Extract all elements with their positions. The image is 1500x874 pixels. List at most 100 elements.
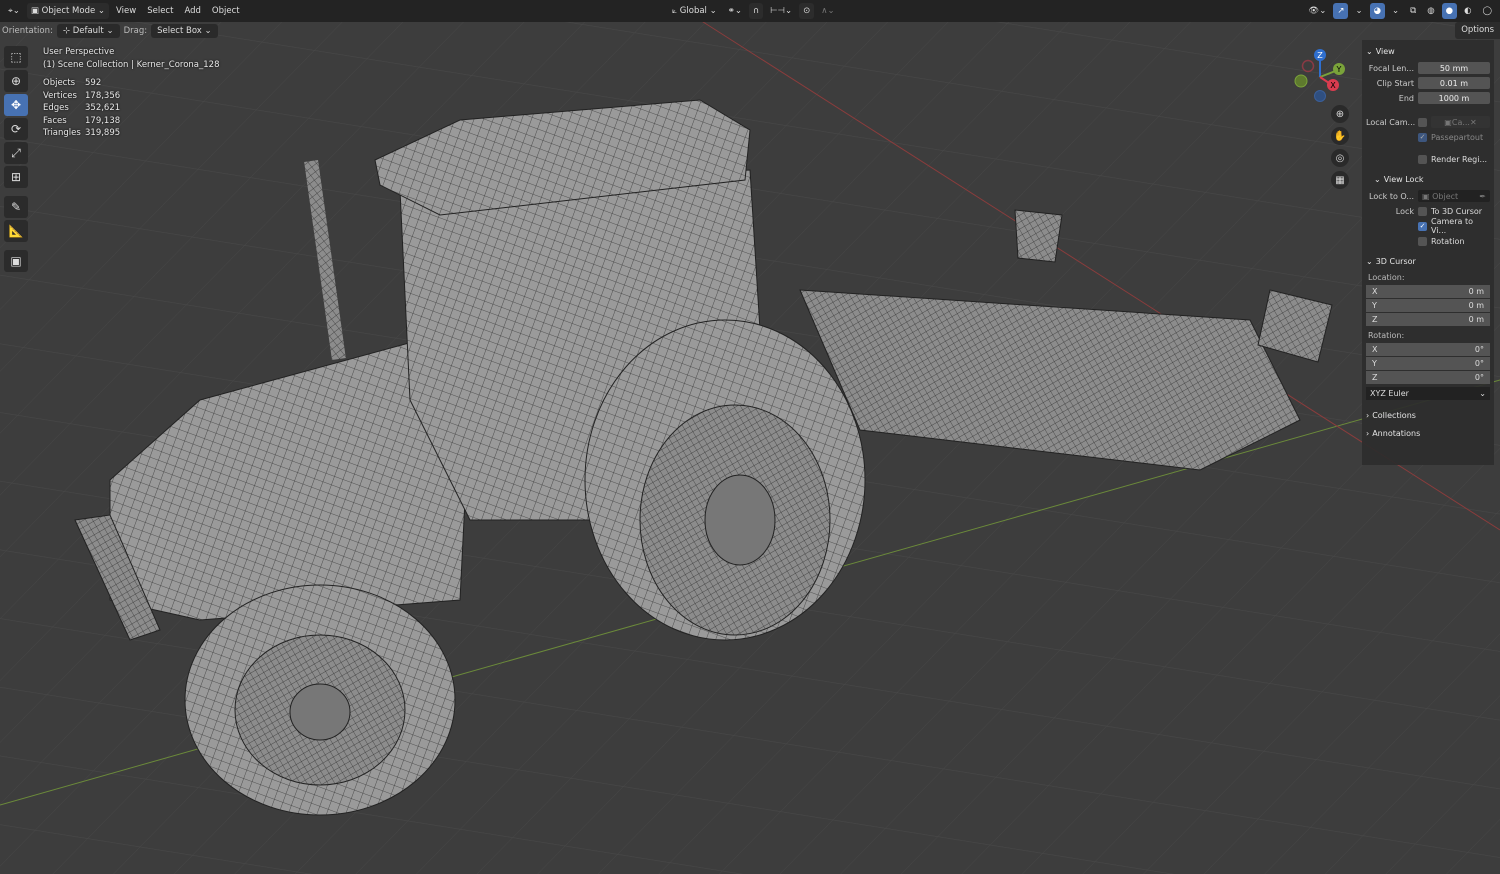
camera-to-view-label: Camera to Vi... <box>1431 217 1473 235</box>
zoom-icon[interactable]: ⊕ <box>1331 105 1349 123</box>
overlay-toggle-icon[interactable]: ◕ <box>1369 3 1386 19</box>
focal-length-field[interactable]: 50 mm <box>1418 62 1490 74</box>
lock-to-cursor-checkbox[interactable] <box>1418 206 1427 216</box>
menu-add[interactable]: Add <box>180 3 204 19</box>
wireframe-shading-icon[interactable]: ◍ <box>1423 3 1438 19</box>
stat-value: 319,895 <box>85 128 121 138</box>
annotations-title: Annotations <box>1372 428 1421 438</box>
cursor-rotation-x[interactable]: X 0° <box>1366 343 1490 356</box>
cursor-rotation-z[interactable]: Z 0° <box>1366 371 1490 384</box>
material-shading-icon[interactable]: ◐ <box>1460 3 1475 19</box>
options-button[interactable]: Options <box>1455 22 1500 39</box>
perspective-toggle-icon[interactable]: ▦ <box>1331 171 1349 189</box>
xray-icon[interactable]: ⧉ <box>1406 3 1420 19</box>
rotation-mode-dropdown[interactable]: XYZ Euler ⌄ <box>1366 387 1490 400</box>
front-wheel-hub[interactable] <box>289 683 351 741</box>
render-region-checkbox[interactable] <box>1418 154 1427 164</box>
mode-dropdown[interactable]: ▣ Object Mode ⌄ <box>26 3 110 19</box>
gizmo-z[interactable]: Z <box>1317 51 1323 60</box>
cursor-location-x[interactable]: X 0 m <box>1366 285 1490 298</box>
viewport-info: User Perspective (1) Scene Collection | … <box>43 46 219 140</box>
orientation-value: Default <box>72 26 104 36</box>
orientation-dropdown[interactable]: ⊹ Default ⌄ <box>56 24 120 38</box>
transform-icon[interactable]: ⊞ <box>4 166 28 188</box>
gizmo-toggle-icon[interactable]: ↗ <box>1333 3 1349 19</box>
overlay-dropdown[interactable]: ⌄ <box>1388 3 1403 19</box>
menu-select[interactable]: Select <box>143 3 177 19</box>
stat-value: 352,621 <box>85 103 121 113</box>
lock-to-object-label: Lock to O... <box>1369 191 1414 201</box>
clip-end-field[interactable]: 1000 m <box>1418 92 1490 104</box>
cultivator-panel[interactable] <box>1014 209 1063 263</box>
axis-label: Z <box>1372 315 1378 324</box>
passepartout-label: Passepartout <box>1431 132 1484 142</box>
view-section-header[interactable]: ⌄ View <box>1366 42 1490 60</box>
3d-viewport[interactable]: Z Y X <box>0 0 1500 874</box>
rotate-icon[interactable]: ⟳ <box>4 118 28 140</box>
lock-to-object-field[interactable]: ▣ Object ✒ <box>1418 190 1490 202</box>
gizmo-x[interactable]: X <box>1330 81 1336 90</box>
menu-object[interactable]: Object <box>208 3 244 19</box>
proportional-edit-icon[interactable]: ⊙ <box>799 3 815 19</box>
header-right-group: 👁⌄ ↗ ⌄ ◕ ⌄ ⧉ ◍ ● ◐ ◯ <box>1304 0 1496 22</box>
annotations-header[interactable]: › Annotations <box>1366 424 1490 442</box>
collection-label: (1) Scene Collection | Kerner_Corona_128 <box>43 59 220 70</box>
collections-title: Collections <box>1372 410 1416 420</box>
collections-header[interactable]: › Collections <box>1366 406 1490 424</box>
toolbar-separator <box>4 244 30 248</box>
solid-shading-icon[interactable]: ● <box>1441 3 1458 19</box>
local-camera-checkbox[interactable] <box>1418 117 1427 127</box>
move-icon[interactable]: ✥ <box>4 94 28 116</box>
transform-orientation-dropdown[interactable]: ⟀ Global ⌄ <box>668 3 721 19</box>
scale-icon[interactable]: ⤢ <box>4 142 28 164</box>
stat-label: Triangles <box>43 128 81 138</box>
cursor-icon[interactable]: ⊕ <box>4 70 28 92</box>
local-camera-field[interactable]: ▣ Ca... ✕ <box>1431 116 1490 128</box>
pan-hand-icon[interactable]: ✋ <box>1331 127 1349 145</box>
snap-icon[interactable]: ∩ <box>749 3 764 19</box>
menu-view[interactable]: View <box>112 3 140 19</box>
add-cube-icon[interactable]: ▣ <box>4 250 28 272</box>
gizmo-y[interactable]: Y <box>1336 65 1342 74</box>
annotate-icon[interactable]: ✎ <box>4 196 28 218</box>
stat-value: 592 <box>85 78 102 88</box>
lock-rotation-checkbox[interactable] <box>1418 236 1427 246</box>
cursor-location-z[interactable]: Z 0 m <box>1366 313 1490 326</box>
cursor-location-y[interactable]: Y 0 m <box>1366 299 1490 312</box>
visibility-icon[interactable]: 👁⌄ <box>1304 3 1330 19</box>
rendered-shading-icon[interactable]: ◯ <box>1478 3 1496 19</box>
rear-wheel-hub[interactable] <box>704 474 776 566</box>
3d-cursor-title: 3D Cursor <box>1375 256 1416 266</box>
3d-cursor-header[interactable]: ⌄ 3D Cursor <box>1366 252 1490 270</box>
passepartout-checkbox[interactable]: ✓ <box>1418 132 1427 142</box>
select-box-icon[interactable]: ⬚ <box>4 46 28 68</box>
axis-value: 0° <box>1474 373 1484 382</box>
camera-to-view-checkbox[interactable]: ✓ <box>1418 221 1427 231</box>
cursor-rotation-y[interactable]: Y 0° <box>1366 357 1490 370</box>
falloff-icon[interactable]: ∧⌄ <box>817 3 838 19</box>
axis-value: 0 m <box>1468 301 1484 310</box>
lock-label: Lock <box>1395 206 1414 216</box>
view-lock-header[interactable]: ⌄ View Lock <box>1366 170 1490 188</box>
axis-label: Y <box>1372 301 1377 310</box>
editor-type-icon[interactable]: ⌖⌄ <box>4 3 24 19</box>
drag-value: Select Box <box>157 26 202 36</box>
location-label: Location: <box>1368 273 1405 282</box>
pivot-icon[interactable]: ⚭⌄ <box>724 3 746 19</box>
eyedropper-icon[interactable]: ✒ <box>1479 192 1486 201</box>
rotation-label: Rotation: <box>1368 331 1405 340</box>
measure-icon[interactable]: 📐 <box>4 220 28 242</box>
drag-label: Drag: <box>123 26 148 36</box>
header-center-group: ⟀ Global ⌄ ⚭⌄ ∩ ⊢⊣⌄ ⊙ ∧⌄ <box>668 0 839 22</box>
perspective-label: User Perspective <box>43 47 115 57</box>
stat-label: Edges <box>43 103 69 113</box>
axis-value: 0° <box>1474 359 1484 368</box>
toolbar: ⬚ ⊕ ✥ ⟳ ⤢ ⊞ ✎ 📐 ▣ <box>4 46 30 272</box>
drag-dropdown[interactable]: Select Box ⌄ <box>151 24 218 38</box>
camera-view-icon[interactable]: ◎ <box>1331 149 1349 167</box>
stat-value: 179,138 <box>85 115 121 126</box>
gizmo-dropdown[interactable]: ⌄ <box>1351 3 1366 19</box>
clip-start-field[interactable]: 0.01 m <box>1418 77 1490 89</box>
snap-target-icon[interactable]: ⊢⊣⌄ <box>766 3 796 19</box>
axis-label: Z <box>1372 373 1378 382</box>
